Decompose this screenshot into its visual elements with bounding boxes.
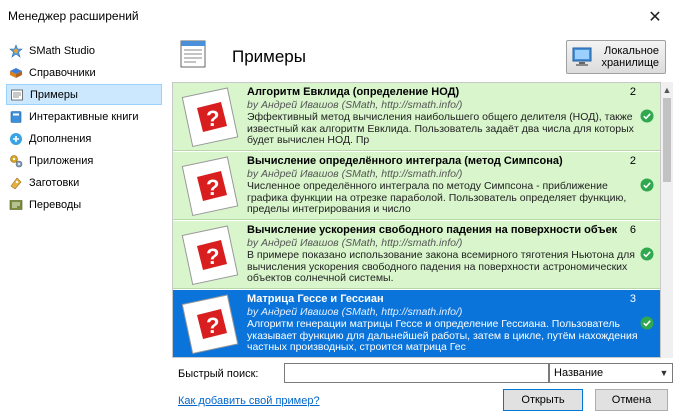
page-title: Примеры: [232, 47, 306, 66]
question-document-icon: ?: [181, 87, 239, 148]
sidebar-item-label: SMath Studio: [29, 44, 96, 57]
item-count: 2: [629, 86, 636, 98]
sidebar-item-interactive-books[interactable]: Интерактивные книги: [6, 106, 162, 127]
list-item[interactable]: ? Алгоритм Евклида (определение НОД) by …: [173, 83, 660, 151]
sidebar-item-label: Дополнения: [29, 132, 92, 145]
open-button-label: Открыть: [521, 394, 565, 406]
item-author: by Андрей Ивашов (SMath, http://smath.in…: [247, 99, 463, 111]
svg-text:?: ?: [206, 313, 219, 338]
list-item[interactable]: ? Вычисление определённого интеграла (ме…: [173, 152, 660, 220]
svg-text:?: ?: [206, 175, 219, 200]
content-header: Примеры Локальное хранилище: [170, 36, 673, 80]
check-icon: [640, 247, 654, 261]
local-storage-button[interactable]: Локальное хранилище: [566, 40, 666, 74]
sidebar-item-label: Интерактивные книги: [29, 110, 139, 123]
item-description: Численное определённого интеграла по мет…: [247, 181, 627, 215]
sidebar-item-smath-studio[interactable]: SMath Studio: [6, 40, 162, 61]
interactive-book-icon: [10, 110, 22, 123]
item-title: Алгоритм Евклида (определение НОД): [247, 86, 460, 98]
open-button[interactable]: Открыть: [503, 389, 583, 411]
item-title: Вычисление ускорения свободного падения …: [247, 224, 617, 236]
item-count: 6: [629, 224, 636, 236]
check-icon: [640, 109, 654, 123]
sidebar-item-translations[interactable]: Переводы: [6, 194, 162, 215]
check-icon: [640, 178, 654, 192]
close-icon: ✕: [648, 8, 662, 26]
svg-text:?: ?: [206, 244, 219, 269]
window-title: Менеджер расширений: [8, 9, 139, 23]
sidebar-item-references[interactable]: Справочники: [6, 62, 162, 83]
quick-search-label: Быстрый поиск:: [178, 368, 259, 380]
document-icon: [11, 89, 23, 100]
sidebar: SMath Studio Справочники Примеры Интерак…: [0, 36, 166, 414]
extension-manager-window: Менеджер расширений ✕ SMath Studio Справ…: [0, 0, 673, 414]
quick-search-input[interactable]: [284, 363, 549, 383]
sidebar-item-label: Справочники: [29, 66, 96, 79]
item-title: Матрица Гессе и Гессиан: [247, 293, 384, 305]
sidebar-item-applications[interactable]: Приложения: [6, 150, 162, 171]
smath-icon: [9, 43, 23, 58]
item-title: Вычисление определённого интеграла (мето…: [247, 155, 563, 167]
item-count: 3: [629, 293, 636, 305]
sidebar-item-label: Приложения: [29, 154, 94, 167]
question-document-icon: ?: [181, 294, 239, 355]
local-storage-label: Локальное хранилище: [601, 45, 659, 69]
list-scrollbar[interactable]: ▲: [661, 82, 673, 358]
check-icon: [640, 316, 654, 330]
scroll-up-button[interactable]: ▲: [661, 84, 673, 96]
list-item[interactable]: ? Вычисление ускорения свободного падени…: [173, 221, 660, 289]
translation-icon: [9, 199, 23, 210]
sidebar-item-examples[interactable]: Примеры: [6, 84, 162, 105]
item-author: by Андрей Ивашов (SMath, http://smath.in…: [247, 306, 463, 318]
item-description: Эффективный метод вычисления наибольшего…: [247, 112, 634, 146]
sidebar-item-label: Переводы: [29, 198, 82, 211]
item-author: by Андрей Ивашов (SMath, http://smath.in…: [247, 168, 463, 180]
chevron-down-icon: ▼: [659, 368, 669, 378]
plugin-icon: [10, 132, 22, 145]
chevron-up-icon: ▲: [662, 85, 672, 95]
item-count: 2: [629, 155, 636, 167]
sort-select-value: Название: [554, 367, 604, 379]
list-item-selected[interactable]: ? Матрица Гессе и Гессиан by Андрей Иваш…: [173, 290, 660, 357]
document-icon: [180, 40, 206, 68]
close-button[interactable]: ✕: [637, 0, 673, 33]
gears-icon: [10, 154, 23, 167]
scroll-thumb[interactable]: [663, 98, 671, 182]
sort-select[interactable]: Название ▼: [549, 363, 673, 383]
books-icon: [10, 67, 22, 78]
question-document-icon: ?: [181, 156, 239, 217]
snippet-icon: [10, 177, 22, 189]
sidebar-item-label: Заготовки: [29, 176, 80, 189]
svg-text:?: ?: [206, 106, 219, 131]
cancel-button-label: Отмена: [611, 394, 652, 406]
item-description: В примере показано использование закона …: [247, 250, 635, 284]
computer-icon: [572, 47, 592, 66]
item-description: Алгоритм генерации матрицы Гессе и опред…: [247, 319, 638, 353]
title-bar: Менеджер расширений ✕: [0, 0, 673, 33]
examples-list: ? Алгоритм Евклида (определение НОД) by …: [172, 82, 661, 358]
sidebar-item-snippets[interactable]: Заготовки: [6, 172, 162, 193]
sidebar-item-label: Примеры: [30, 88, 78, 101]
cancel-button[interactable]: Отмена: [595, 389, 668, 411]
question-document-icon: ?: [181, 225, 239, 286]
sidebar-item-addons[interactable]: Дополнения: [6, 128, 162, 149]
add-example-link[interactable]: Как добавить свой пример?: [178, 395, 320, 407]
item-author: by Андрей Ивашов (SMath, http://smath.in…: [247, 237, 463, 249]
